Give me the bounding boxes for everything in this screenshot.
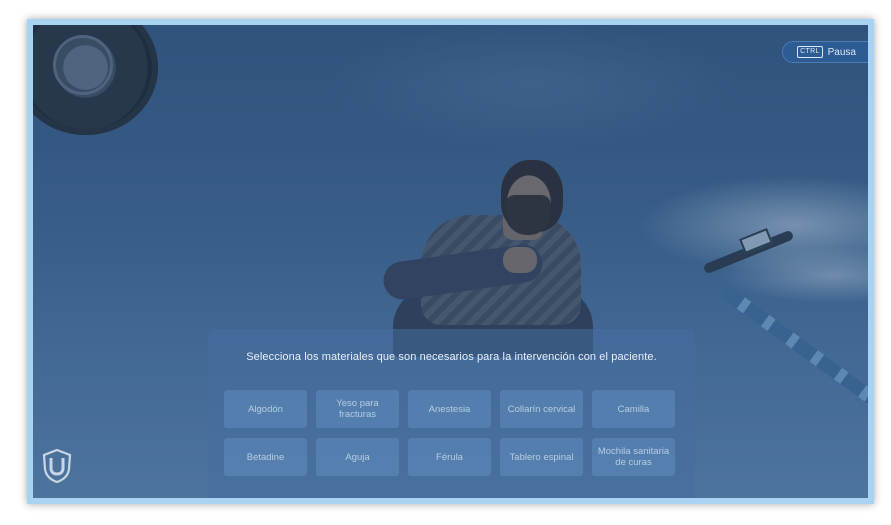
ctrl-key-icon: CTRL (797, 46, 823, 58)
option-aguja[interactable]: Aguja (316, 438, 399, 476)
game-viewport: CTRL Pausa Selecciona los materiales que… (27, 19, 874, 504)
option-yeso-para-fracturas[interactable]: Yeso para fracturas (316, 390, 399, 428)
pause-label: Pausa (827, 46, 856, 58)
option-camilla[interactable]: Camilla (592, 390, 675, 428)
option-anestesia[interactable]: Anestesia (408, 390, 491, 428)
option-tablero-espinal[interactable]: Tablero espinal (500, 438, 583, 476)
materials-selection-panel: Selecciona los materiales que son necesa… (208, 329, 695, 498)
option-collarin-cervical[interactable]: Collarín cervical (500, 390, 583, 428)
option-mochila-sanitaria[interactable]: Mochila sanitaria de curas (592, 438, 675, 476)
option-ferula[interactable]: Férula (408, 438, 491, 476)
option-algodon[interactable]: Algodón (224, 390, 307, 428)
option-betadine[interactable]: Betadine (224, 438, 307, 476)
pause-button[interactable]: CTRL Pausa (782, 41, 868, 63)
shield-u-logo-icon (42, 449, 72, 483)
panel-instruction: Selecciona los materiales que son necesa… (246, 351, 657, 363)
materials-grid: Algodón Yeso para fracturas Anestesia Co… (224, 390, 675, 476)
